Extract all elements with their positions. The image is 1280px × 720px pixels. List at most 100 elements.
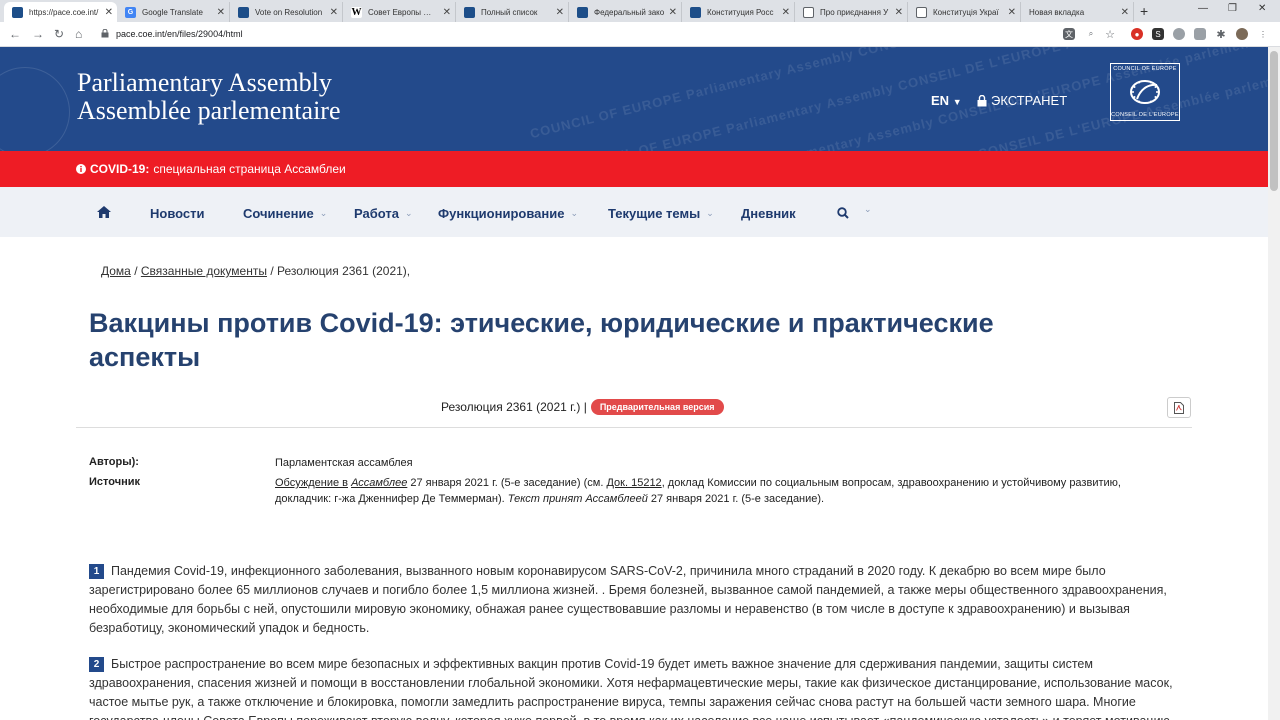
close-icon[interactable]: ✕ [895, 7, 903, 18]
covid-banner[interactable]: COVID-19: специальная страница Ассамблеи [0, 151, 1268, 187]
paragraph-number: 1 [89, 564, 104, 579]
scrollbar-thumb[interactable] [1270, 51, 1278, 191]
breadcrumb-related[interactable]: Связанные документы [141, 264, 267, 278]
nav-item-functioning[interactable]: Функционирование ⌄ [438, 206, 578, 221]
nav-item-news[interactable]: Новости [150, 206, 205, 221]
covid-label: COVID-19: [90, 162, 150, 176]
reference-text: Резолюция 2361 (2021 г.) | [441, 400, 587, 414]
paragraph-text: Быстрое распространение во всем мире без… [89, 657, 1173, 720]
language-selector[interactable]: EN ▼ [931, 93, 962, 108]
nav-label: Новости [150, 206, 205, 221]
scrollbar[interactable] [1268, 47, 1280, 720]
browser-tab[interactable]: Новая вкладка ✕ [1021, 2, 1134, 22]
breadcrumb-separator: / [270, 264, 274, 278]
lock-icon[interactable] [101, 29, 109, 38]
extranet-link[interactable]: ЭКСТРАНЕТ [977, 93, 1067, 108]
home-icon[interactable]: ⌂ [75, 27, 82, 41]
authors-label: Авторы): [89, 456, 139, 468]
close-icon[interactable]: ✕ [782, 7, 790, 18]
window-close-icon[interactable]: ✕ [1258, 3, 1266, 14]
document-favicon-icon [803, 6, 814, 18]
close-icon[interactable]: ✕ [330, 7, 338, 18]
chevron-down-icon: ⌄ [706, 208, 714, 218]
close-icon[interactable]: ✕ [1008, 7, 1016, 18]
new-tab-icon[interactable]: + [1140, 3, 1148, 19]
nav-label: Текущие темы [608, 206, 701, 221]
language-label: EN [931, 93, 950, 108]
source-text: Текст принят Ассамблеей [507, 493, 648, 505]
extension-globe-icon[interactable] [1173, 28, 1185, 40]
tab-title: Vote on Resolution [255, 7, 323, 17]
breadcrumb-home[interactable]: Дома [101, 264, 131, 278]
coe-logo[interactable]: COUNCIL OF EUROPE CONSEIL DE L'EUROPE [1110, 63, 1180, 121]
coe-emblem-icon [1130, 80, 1160, 104]
tab-title: Федеральный зако [594, 7, 665, 17]
tab-title: Конституція Украї [933, 7, 999, 17]
source-text: 27 января 2021 г. (5-е заседание) (см. [410, 477, 604, 489]
browser-tab-bar: https://pace.coe.int/ ✕ G Google Transla… [0, 0, 1280, 22]
pdf-download-button[interactable] [1167, 397, 1191, 418]
browser-tab[interactable]: Полный список ✕ [456, 2, 569, 22]
home-icon[interactable] [97, 206, 111, 218]
avatar[interactable] [1236, 28, 1248, 40]
chevron-down-icon[interactable]: ⌄ [864, 204, 872, 215]
authors-value: Парламентская ассамблея [275, 457, 413, 469]
lock-icon [977, 94, 987, 106]
menu-icon[interactable]: ⋮ [1257, 28, 1269, 40]
tab-title: Полный список [481, 7, 538, 17]
source-text: Обсуждение в [275, 477, 348, 489]
document-favicon-icon [916, 6, 927, 18]
site-title[interactable]: Parliamentary Assembly Assemblée parleme… [77, 69, 341, 125]
close-icon[interactable]: ✕ [105, 7, 113, 18]
back-icon[interactable]: ← [9, 27, 21, 41]
covid-link[interactable]: специальная страница Ассамблеи [153, 162, 345, 176]
browser-tab[interactable]: W Совет Европы — В ✕ [343, 2, 456, 22]
close-icon[interactable]: ✕ [217, 7, 225, 18]
star-icon[interactable]: ☆ [1104, 28, 1116, 41]
forward-icon[interactable]: → [32, 27, 44, 41]
chevron-down-icon: ⌄ [404, 208, 413, 218]
nav-item-composition[interactable]: Сочинение ⌄ [243, 206, 327, 221]
zoom-icon[interactable]: ⌕ [1085, 28, 1097, 40]
doc-link[interactable]: Док. 15212 [606, 477, 661, 489]
nav-item-work[interactable]: Работа ⌄ [354, 206, 413, 221]
browser-tab[interactable]: Конституція Украї ✕ [908, 2, 1021, 22]
browser-tab[interactable]: Федеральный зако ✕ [569, 2, 682, 22]
close-icon[interactable]: ✕ [556, 7, 564, 18]
site-title-fr: Assemblée parlementaire [77, 96, 341, 125]
nav-item-diary[interactable]: Дневник [741, 206, 796, 221]
address-bar: ← → ↻ ⌂ pace.coe.int/en/files/29004/html… [0, 22, 1280, 47]
browser-tab[interactable]: https://pace.coe.int/ ✕ [4, 2, 117, 22]
search-icon[interactable] [837, 207, 849, 219]
puzzle-icon[interactable]: ✱ [1215, 28, 1227, 41]
adblock-icon[interactable]: ● [1131, 28, 1143, 40]
translate-favicon-icon: G [125, 6, 136, 18]
paragraph: 1 Пандемия Covid-19, инфекционного заболе… [89, 562, 1174, 638]
minimize-icon[interactable]: — [1198, 3, 1208, 14]
caret-down-icon: ▼ [952, 97, 962, 107]
tab-title: Про приєднання У [820, 7, 889, 17]
translate-icon[interactable]: 文 [1063, 28, 1075, 40]
source-label: Источник [89, 476, 141, 488]
browser-tab[interactable]: Про приєднання У ✕ [795, 2, 908, 22]
decorative-arc [0, 67, 70, 151]
reload-icon[interactable]: ↻ [54, 27, 64, 41]
maximize-icon[interactable]: ❐ [1228, 3, 1237, 14]
breadcrumb-current: Резолюция 2361 (2021), [277, 264, 411, 278]
pace-favicon-icon [12, 6, 23, 18]
extension-icon[interactable] [1194, 28, 1206, 40]
close-icon[interactable]: ✕ [669, 7, 677, 18]
source-text: 27 января 2021 г. (5-е заседание). [650, 493, 825, 505]
info-icon [76, 164, 86, 174]
nav-label: Функционирование [438, 206, 565, 221]
close-icon[interactable]: ✕ [1121, 7, 1129, 18]
browser-tab[interactable]: G Google Translate ✕ [117, 2, 230, 22]
breadcrumb: Дома / Связанные документы / Резолюция 2… [101, 264, 410, 278]
nav-item-current-topics[interactable]: Текущие темы ⌄ [608, 206, 714, 221]
divider [76, 427, 1192, 428]
extension-s-icon[interactable]: S [1152, 28, 1164, 40]
url-input[interactable]: pace.coe.int/en/files/29004/html [116, 29, 243, 39]
browser-tab[interactable]: Конституция Росс ✕ [682, 2, 795, 22]
close-icon[interactable]: ✕ [443, 7, 451, 18]
browser-tab[interactable]: Vote on Resolution ✕ [230, 2, 343, 22]
